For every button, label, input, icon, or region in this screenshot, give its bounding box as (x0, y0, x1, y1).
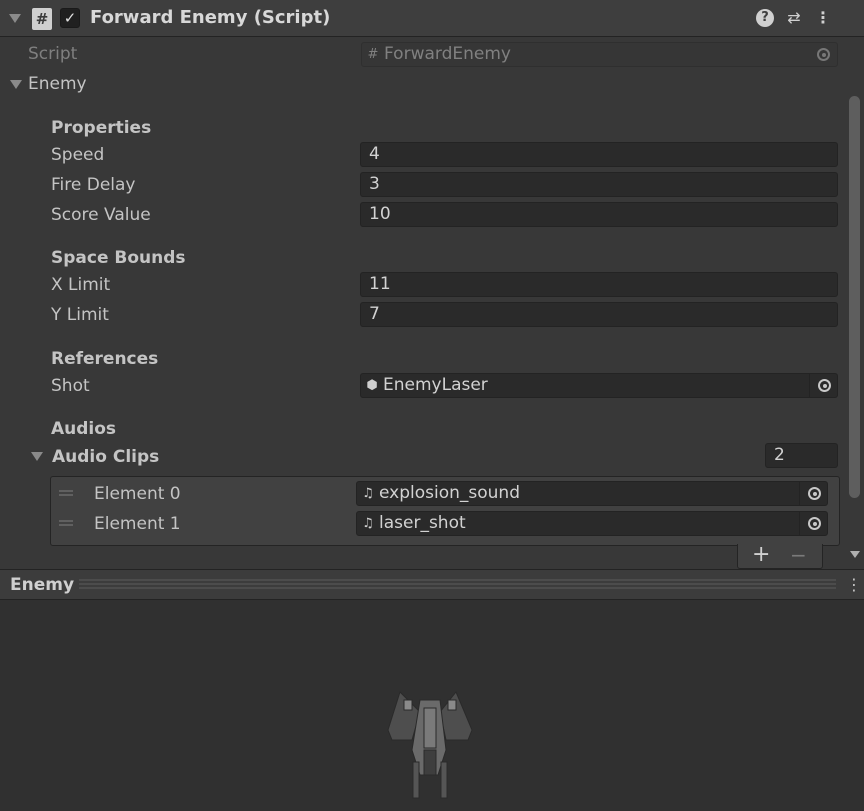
element-1-label: Element 1 (94, 514, 181, 534)
script-icon: # (32, 8, 52, 30)
script-picker-button[interactable] (809, 43, 837, 66)
speed-label: Speed (51, 145, 105, 165)
x-limit-input[interactable]: 11 (360, 272, 838, 297)
preview-title: Enemy (10, 575, 75, 595)
audio-clips-label[interactable]: Audio Clips (52, 447, 159, 467)
help-icon[interactable]: ? (756, 9, 774, 27)
more-options-icon[interactable]: ⋮ (814, 9, 832, 27)
presets-icon[interactable]: ⇄ (785, 9, 803, 27)
element-1-picker-button[interactable] (799, 512, 827, 535)
references-header: References (51, 349, 159, 369)
audios-header: Audios (51, 419, 117, 439)
drag-handle-icon[interactable] (59, 520, 73, 526)
element-0-object-field[interactable]: ♫ explosion_sound (356, 481, 828, 506)
prefab-icon: ⬢ (366, 378, 378, 393)
audio-clips-foldout-arrow-icon[interactable] (31, 452, 43, 461)
audio-clips-size-input[interactable]: 2 (765, 443, 838, 468)
object-picker-icon (808, 487, 821, 500)
score-value-label: Score Value (51, 205, 151, 225)
component-header: # ✓ Forward Enemy (Script) ? ⇄ ⋮ (0, 0, 864, 37)
fire-delay-label: Fire Delay (51, 175, 136, 195)
object-picker-icon (817, 48, 830, 61)
scroll-down-arrow-icon[interactable] (850, 551, 860, 558)
add-element-button[interactable]: + (752, 543, 770, 567)
enemy-foldout-arrow-icon[interactable] (10, 80, 22, 89)
x-limit-label: X Limit (51, 275, 111, 295)
preview-resize-grip[interactable] (79, 579, 836, 589)
script-value: ForwardEnemy (384, 44, 511, 64)
audio-clip-icon: ♫ (362, 486, 374, 501)
component-enabled-checkbox[interactable]: ✓ (60, 8, 80, 28)
object-picker-icon (808, 517, 821, 530)
preview-area[interactable] (0, 600, 864, 811)
element-1-object-field[interactable]: ♫ laser_shot (356, 511, 828, 536)
element-0-value: explosion_sound (379, 483, 520, 503)
y-limit-label: Y Limit (51, 305, 109, 325)
score-value-input[interactable]: 10 (360, 202, 838, 227)
shot-object-field[interactable]: ⬢ EnemyLaser (360, 373, 838, 398)
fire-delay-input[interactable]: 3 (360, 172, 838, 197)
element-1-value: laser_shot (379, 513, 466, 533)
y-limit-input[interactable]: 7 (360, 302, 838, 327)
properties-header: Properties (51, 118, 152, 138)
space-bounds-header: Space Bounds (51, 248, 186, 268)
element-0-picker-button[interactable] (799, 482, 827, 505)
speed-input[interactable]: 4 (360, 142, 838, 167)
script-field[interactable]: # ForwardEnemy (361, 42, 838, 67)
inspector-scrollbar[interactable] (845, 38, 864, 566)
preview-more-icon[interactable]: ⋮ (846, 575, 862, 595)
script-file-icon: # (367, 47, 379, 62)
scrollbar-thumb[interactable] (849, 96, 860, 498)
shot-label: Shot (51, 376, 90, 396)
remove-element-button[interactable]: − (790, 543, 807, 567)
component-foldout-arrow-icon[interactable] (9, 14, 21, 23)
object-picker-icon (818, 379, 831, 392)
drag-handle-icon[interactable] (59, 490, 73, 496)
shot-value: EnemyLaser (383, 375, 488, 395)
enemy-ship-model (387, 691, 473, 799)
shot-picker-button[interactable] (809, 374, 837, 397)
component-title: Forward Enemy (Script) (90, 7, 331, 28)
list-footer: + − (737, 543, 823, 569)
audio-clip-icon: ♫ (362, 516, 374, 531)
script-label: Script (28, 44, 78, 64)
preview-header[interactable]: Enemy ⋮ (0, 569, 864, 600)
enemy-foldout-label[interactable]: Enemy (28, 74, 87, 94)
element-0-label: Element 0 (94, 484, 181, 504)
